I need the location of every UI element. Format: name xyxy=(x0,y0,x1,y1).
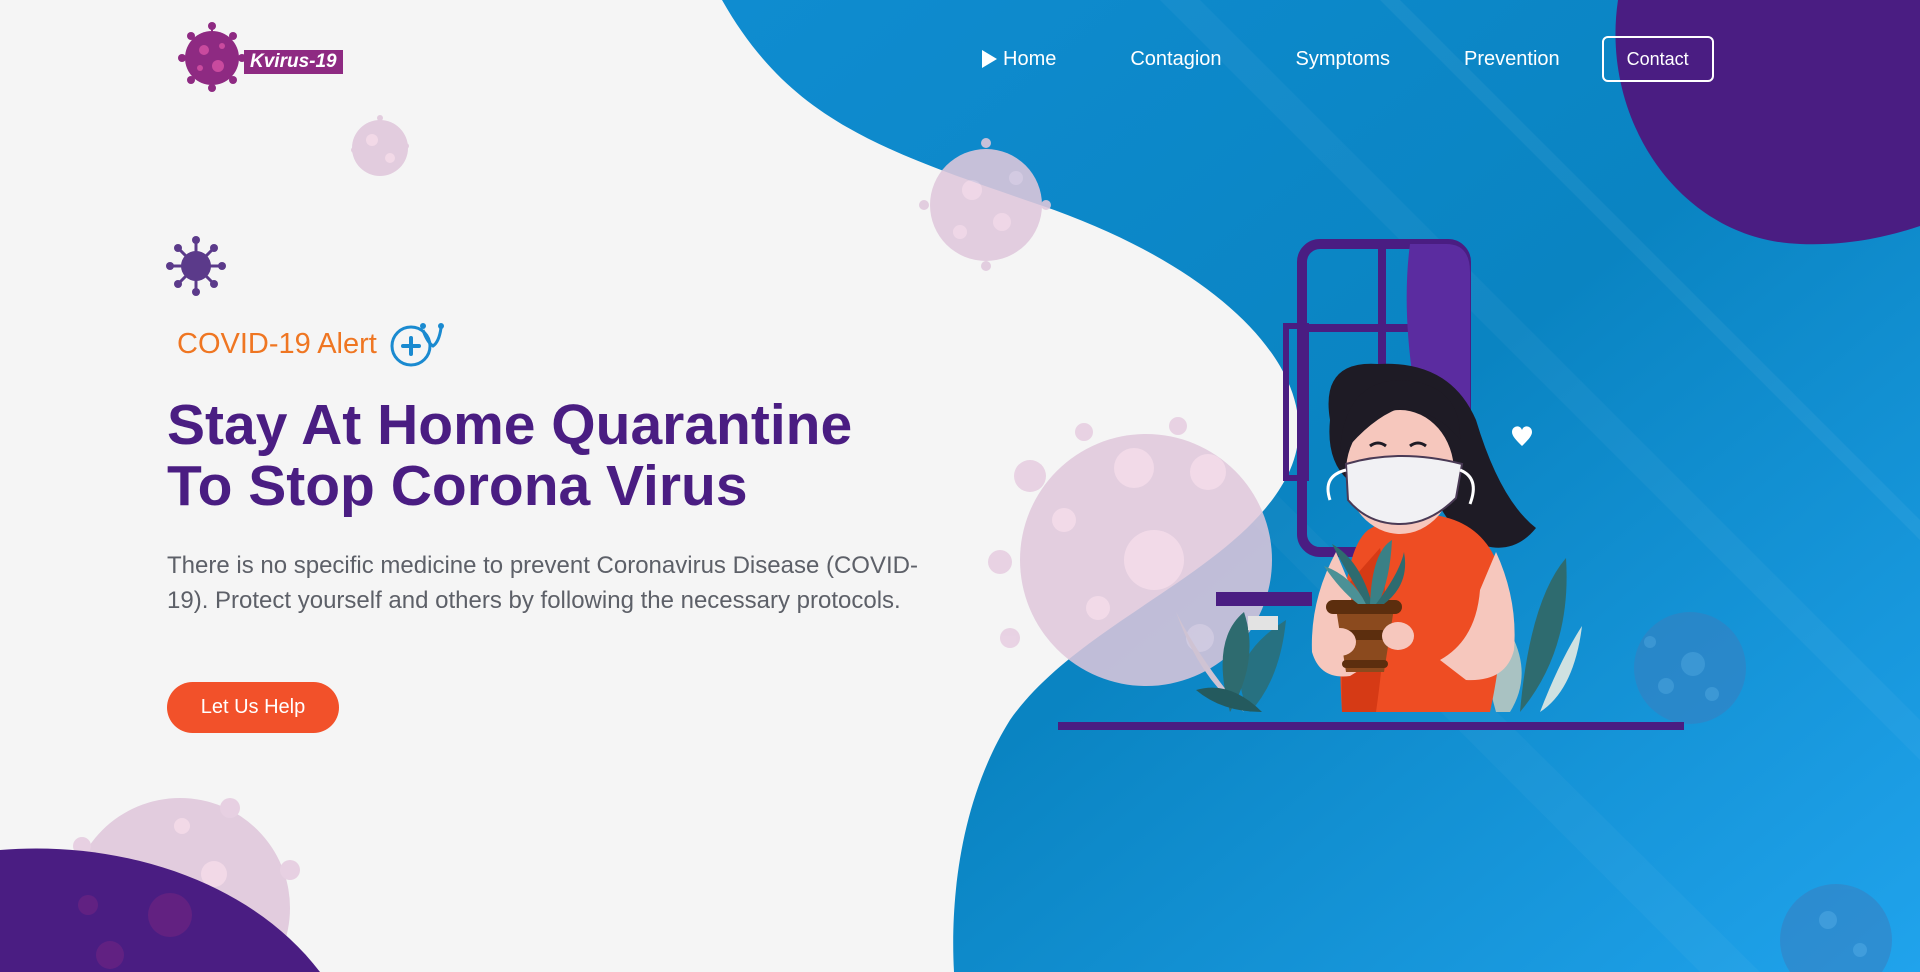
nav-item-contagion[interactable]: Contagion xyxy=(1130,48,1221,71)
stethoscope-plus-icon xyxy=(390,323,444,367)
virus-icon xyxy=(166,236,226,296)
hero-description: There is no specific medicine to prevent… xyxy=(167,552,918,614)
let-us-help-button[interactable]: Let Us Help xyxy=(167,682,339,733)
main-nav: Home Contagion Symptoms Prevention Conta… xyxy=(982,34,1714,84)
virus-decor-small-top xyxy=(351,115,409,176)
brand-name: Kvirus-19 xyxy=(244,50,343,74)
title-line-2: To Stop Corona Virus xyxy=(167,454,748,518)
page-title: Stay At Home Quarantine To Stop Corona V… xyxy=(167,395,987,517)
covid-alert: COVID-19 Alert xyxy=(177,318,445,370)
contact-button[interactable]: Contact xyxy=(1601,36,1714,82)
nav-item-home[interactable]: Home xyxy=(982,48,1056,71)
nav-item-symptoms[interactable]: Symptoms xyxy=(1296,48,1390,71)
nav-item-home-label: Home xyxy=(1003,47,1057,70)
virus-decor-blue-right xyxy=(1634,612,1746,724)
brand-logo[interactable]: Kvirus-19 xyxy=(178,22,348,94)
alert-text: COVID-19 Alert xyxy=(177,327,377,360)
play-icon xyxy=(982,50,997,68)
title-line-1: Stay At Home Quarantine xyxy=(167,393,853,457)
nav-item-prevention[interactable]: Prevention xyxy=(1464,48,1560,71)
